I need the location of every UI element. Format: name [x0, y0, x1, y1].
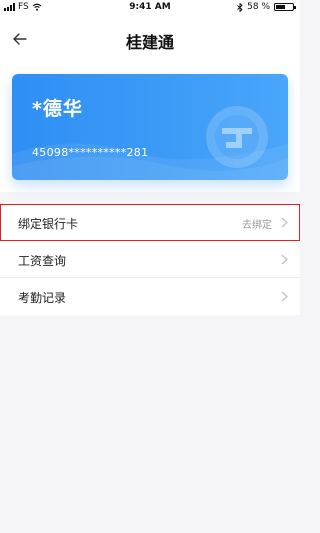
page-title: 桂建通 [125, 33, 174, 52]
worker-card[interactable]: *德华 45098**********281 [12, 74, 288, 180]
card-id-number: 45098**********281 [32, 146, 149, 159]
chevron-right-icon [281, 217, 288, 228]
card-area: *德华 45098**********281 [0, 62, 300, 192]
bluetooth-icon [237, 2, 243, 12]
menu-item-label: 绑定银行卡 [18, 217, 79, 231]
chevron-right-icon [281, 254, 288, 265]
status-bar: FS 9:41 AM 58 % [0, 0, 300, 14]
menu-item-label: 工资查询 [18, 254, 67, 268]
battery-icon [274, 3, 296, 11]
menu-item-label: 考勤记录 [18, 291, 67, 305]
menu-item-value: 去绑定 [242, 220, 272, 231]
guijiantong-logo-icon [206, 106, 268, 168]
status-right: 58 % [237, 2, 296, 12]
card-holder-name: *德华 [32, 98, 83, 120]
nav-bar: 桂建通 [0, 14, 300, 62]
chevron-right-icon [281, 291, 288, 302]
menu-item-salary-query[interactable]: 工资查询 [0, 241, 300, 278]
menu-list: 绑定银行卡 去绑定 工资查询 考勤记录 [0, 204, 300, 315]
menu-item-attendance-record[interactable]: 考勤记录 [0, 278, 300, 315]
battery-fill [276, 5, 286, 9]
menu-item-bind-bank-card[interactable]: 绑定银行卡 去绑定 [0, 204, 300, 241]
battery-percent: 58 % [247, 2, 270, 12]
